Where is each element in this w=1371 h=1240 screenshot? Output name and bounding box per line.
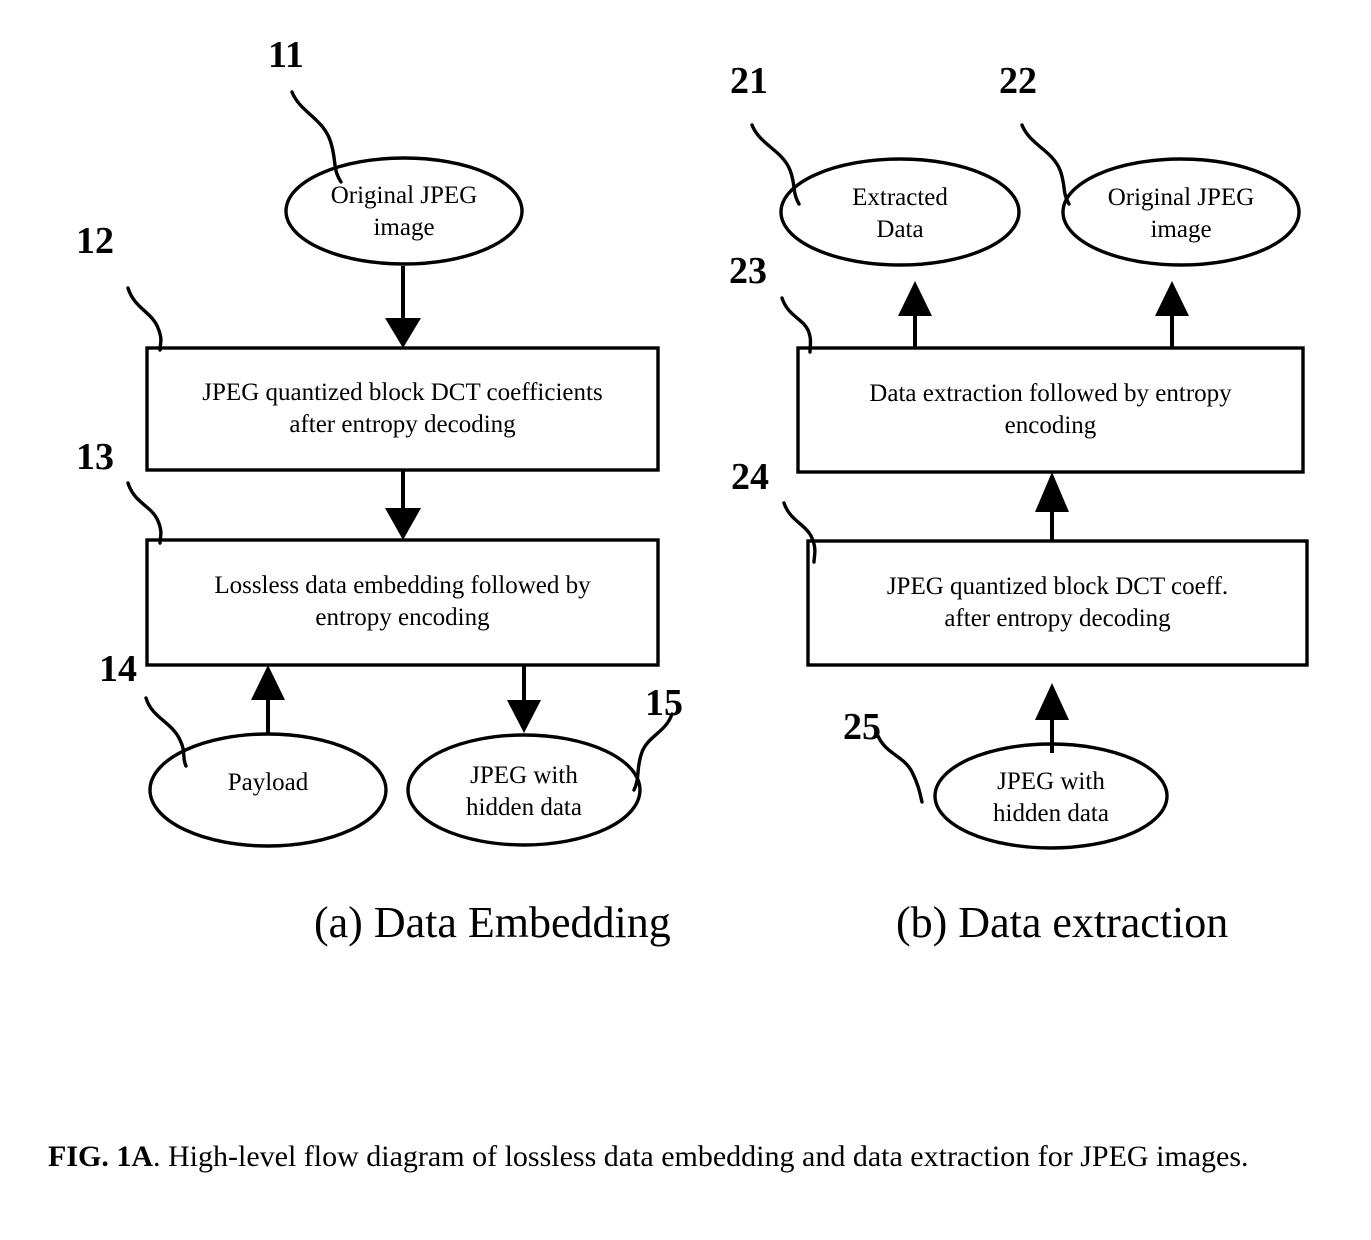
node-label-original-jpeg-image-extraction: Original JPEG image bbox=[1107, 183, 1255, 244]
node-label-payload: Payload bbox=[227, 768, 309, 796]
panel-caption-b: (b) Data extraction bbox=[896, 898, 1229, 947]
arrow-head-14-to-13 bbox=[251, 665, 285, 700]
ref-numeral-14: 14 bbox=[99, 648, 137, 690]
figure-caption-label: FIG. 1A bbox=[48, 1140, 153, 1173]
leader-line-23 bbox=[780, 296, 813, 354]
ref-numeral-22: 22 bbox=[999, 60, 1037, 102]
figure-1a: .shape { fill: none; stroke: #000; strok… bbox=[0, 0, 1371, 1240]
node-label-original-jpeg-image-embedding: Original JPEG image bbox=[330, 181, 478, 242]
arrow-head-23-to-22 bbox=[1155, 281, 1189, 316]
ref-numeral-11: 11 bbox=[268, 34, 304, 76]
node-label-data-extraction: Data extraction followed by entropy enco… bbox=[869, 379, 1232, 440]
ref-numeral-24: 24 bbox=[731, 456, 769, 498]
leader-line-24 bbox=[782, 501, 817, 564]
ref-numeral-25: 25 bbox=[843, 706, 881, 748]
arrow-head-24-to-23 bbox=[1035, 472, 1069, 512]
node-label-dct-coeff-extraction: JPEG quantized block DCT coeff. after en… bbox=[886, 572, 1229, 633]
leader-line-15 bbox=[632, 712, 674, 792]
ref-numeral-21: 21 bbox=[730, 60, 768, 102]
leader-line-25 bbox=[876, 734, 924, 804]
figure-caption-text: . High-level flow diagram of lossless da… bbox=[153, 1140, 1249, 1173]
ref-numeral-15: 15 bbox=[645, 682, 683, 724]
panel-caption-a: (a) Data Embedding bbox=[314, 898, 671, 947]
leader-line-12 bbox=[126, 286, 163, 352]
leader-line-14 bbox=[144, 696, 188, 768]
arrow-head-23-to-21 bbox=[898, 281, 932, 316]
node-label-jpeg-hidden-data-embedding: JPEG with hidden data bbox=[466, 761, 582, 822]
node-label-dct-coefficients: JPEG quantized block DCT coefficients af… bbox=[202, 378, 603, 439]
arrow-head-25-to-24 bbox=[1035, 683, 1069, 720]
ref-numeral-23: 23 bbox=[729, 250, 767, 292]
arrow-head-12-to-13 bbox=[385, 508, 421, 540]
ref-numeral-13: 13 bbox=[76, 436, 114, 478]
leader-line-22 bbox=[1020, 123, 1071, 206]
node-label-extracted-data: Extracted Data bbox=[852, 183, 948, 244]
arrow-head-11-to-12 bbox=[385, 318, 421, 348]
figure-caption: FIG. 1A. High-level flow diagram of loss… bbox=[48, 1136, 1318, 1179]
node-label-lossless-embedding: Lossless data embedding followed by entr… bbox=[214, 571, 591, 632]
arrow-head-13-to-15 bbox=[507, 700, 541, 733]
ref-numeral-12: 12 bbox=[76, 220, 114, 262]
leader-line-13 bbox=[126, 481, 163, 545]
node-label-jpeg-hidden-data-extraction: JPEG with hidden data bbox=[993, 767, 1109, 828]
